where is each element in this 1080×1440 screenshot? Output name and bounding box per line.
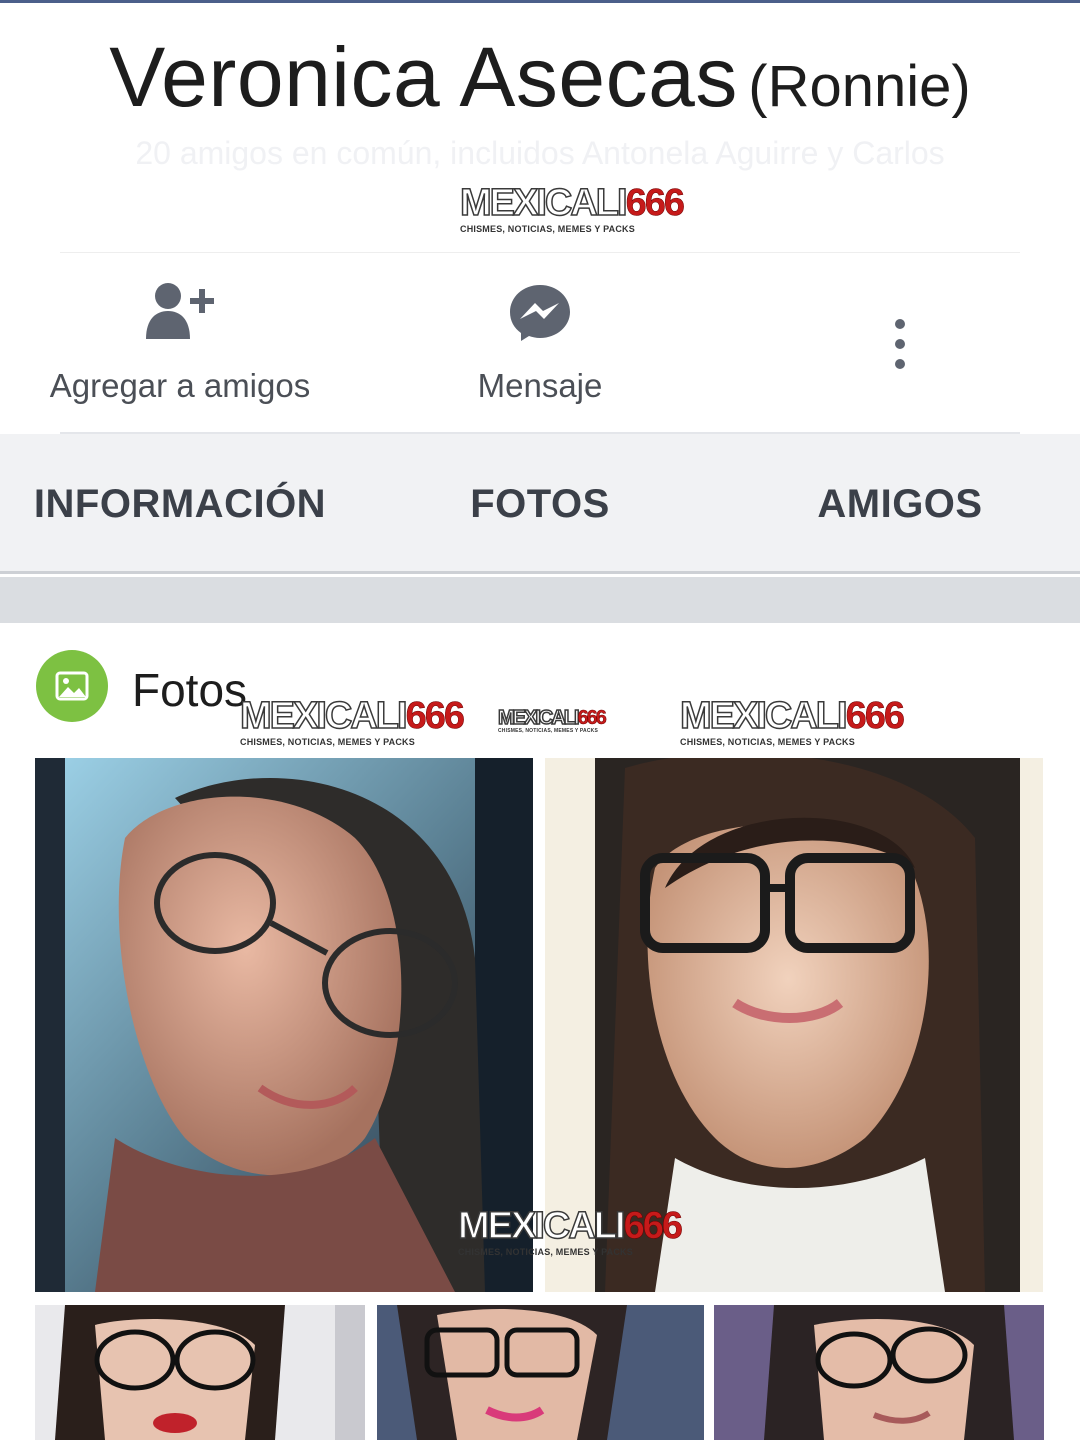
messenger-icon (360, 281, 720, 347)
add-friend-icon (0, 281, 360, 347)
add-friend-button[interactable]: Agregar a amigos (0, 253, 360, 433)
more-vertical-icon (720, 317, 1080, 371)
tab-fotos[interactable]: FOTOS (360, 434, 720, 574)
watermark-logo: MEXICALI666 CHISMES, NOTICIAS, MEMES Y P… (679, 695, 905, 747)
photos-section-title[interactable]: Fotos (132, 663, 247, 717)
photo-icon (36, 650, 108, 722)
profile-actions: Agregar a amigos Mensaje (0, 253, 1080, 433)
photo-thumbnail[interactable] (377, 1305, 704, 1440)
photo-thumbnail[interactable] (35, 1305, 365, 1440)
photo-portrait-image (377, 1305, 704, 1440)
tab-amigos[interactable]: AMIGOS (720, 434, 1080, 574)
tab-informacion[interactable]: INFORMACIÓN (0, 434, 360, 574)
profile-tabs: INFORMACIÓN FOTOS AMIGOS (0, 434, 1080, 574)
photo-portrait-image (714, 1305, 1044, 1440)
message-label: Mensaje (477, 367, 603, 404)
watermark-logo: MEXICALI666 CHISMES, NOTICIAS, MEMES Y P… (457, 1205, 683, 1257)
photo-thumbnail[interactable] (714, 1305, 1044, 1440)
section-separator (0, 577, 1080, 623)
photo-portrait-image (35, 1305, 365, 1440)
profile-nickname: (Ronnie) (748, 54, 971, 119)
watermark-logo: MEXICALI666 CHISMES, NOTICIAS, MEMES Y P… (239, 695, 465, 747)
photos-section: Fotos (0, 623, 1080, 1440)
message-button[interactable]: Mensaje (360, 253, 720, 433)
add-friend-label: Agregar a amigos (49, 367, 311, 404)
watermark-logo: MEXICALI666 CHISMES, NOTICIAS, MEMES Y P… (459, 182, 685, 234)
profile-name: Veronica Asecas (109, 30, 738, 124)
more-options-button[interactable] (720, 253, 1080, 433)
profile-name-row: Veronica Asecas (Ronnie) (0, 29, 1080, 126)
mutual-friends-text[interactable]: 20 amigos en común, incluidos Antonela A… (0, 135, 1080, 172)
watermark-logo: MEXICALI666 CHISMES, NOTICIAS, MEMES Y P… (497, 707, 607, 734)
